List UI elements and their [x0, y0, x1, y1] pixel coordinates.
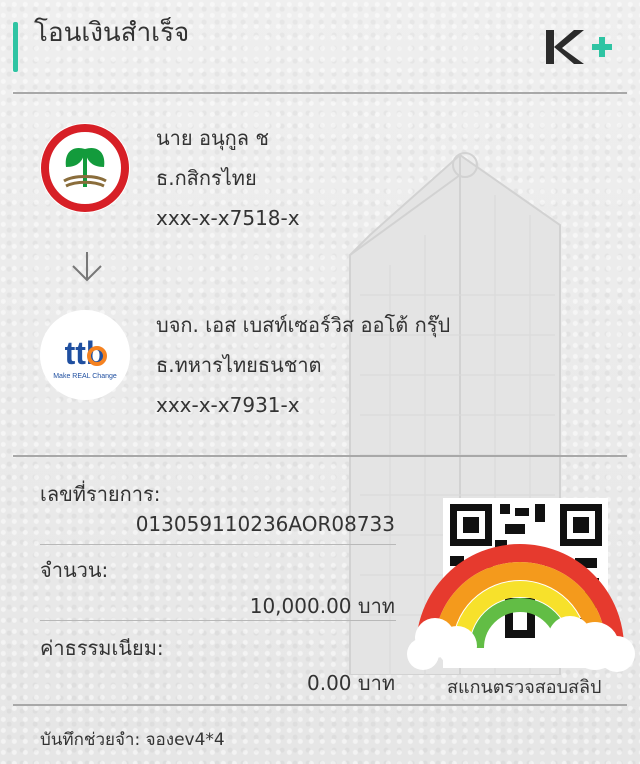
memo-divider: [13, 704, 627, 706]
header: โอนเงินสำเร็จ: [0, 0, 640, 92]
kbank-logo-icon: [40, 123, 130, 213]
memo-text: บันทึกช่วยจำ: จองev4*4: [40, 730, 225, 750]
receiver-bank: ธ.ทหารไทยธนชาต: [156, 353, 322, 377]
sender-account: xxx-x-x7518-x: [156, 206, 300, 230]
amount-label: จำนวน:: [40, 558, 109, 582]
ttb-logo-icon: ttb Make REAL Change: [40, 310, 130, 400]
ref-label: เลขที่รายการ:: [40, 482, 161, 506]
header-divider: [13, 92, 627, 94]
section-divider: [13, 455, 627, 457]
amount-value: 10,000.00 บาท: [249, 594, 395, 618]
receiver-account: xxx-x-x7931-x: [156, 393, 300, 417]
fee-label: ค่าธรรมเนียม:: [40, 636, 164, 660]
down-arrow-icon: [72, 252, 102, 282]
ref-separator: [40, 544, 396, 545]
fee-value: 0.00 บาท: [307, 671, 395, 695]
accent-bar: [13, 22, 18, 72]
ref-value: 013059110236AOR08733: [135, 512, 395, 536]
sender-name: นาย อนุกูล ช: [156, 126, 269, 150]
sender-bank: ธ.กสิกรไทย: [156, 166, 257, 190]
page-title: โอนเงินสำเร็จ: [34, 18, 190, 48]
receiver-name: บจก. เอส เบสท์เซอร์วิส ออโต้ กรุ๊ป: [156, 313, 451, 337]
qr-caption: สแกนตรวจสอบสลิป: [447, 677, 602, 698]
ttb-logo-tagline: Make REAL Change: [53, 373, 117, 380]
kplus-logo-icon: [546, 30, 612, 64]
amount-separator: [40, 620, 396, 621]
qr-area[interactable]: [395, 488, 640, 703]
